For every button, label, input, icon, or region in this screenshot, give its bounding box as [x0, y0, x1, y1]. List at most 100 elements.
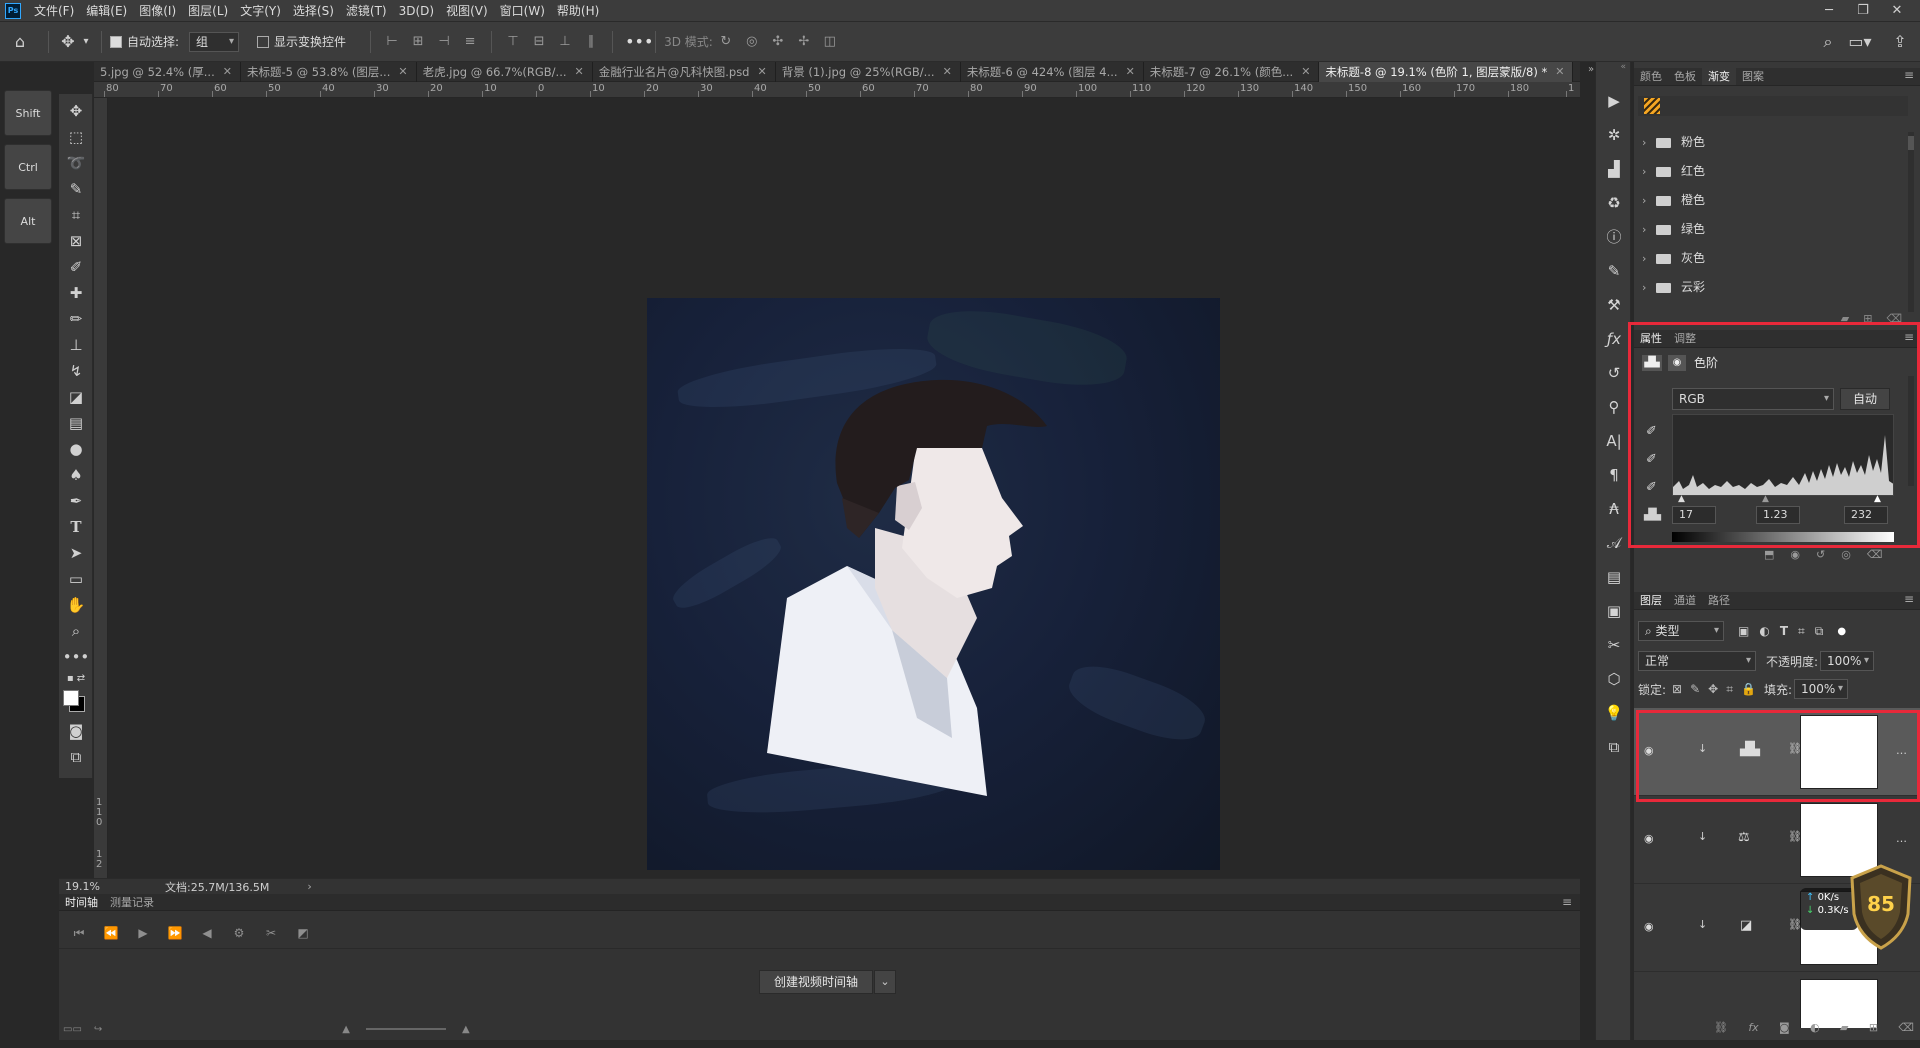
pen-tool-icon[interactable]: ✒ [59, 488, 93, 514]
menu-3d[interactable]: 3D(D) [393, 0, 440, 22]
play-icon[interactable]: ▶ [127, 926, 159, 940]
fx-icon[interactable]: ƒx [1596, 322, 1632, 356]
info-icon[interactable]: ⓘ [1596, 220, 1632, 254]
new-gradient-icon[interactable]: ⊞ [1863, 312, 1872, 325]
tab-swatches[interactable]: 色板 [1668, 68, 1702, 85]
gradient-preset-icon[interactable] [1644, 98, 1660, 114]
shift-key-button[interactable]: Shift [4, 90, 52, 136]
folder-pink[interactable]: › 粉色 [1634, 128, 1914, 157]
brushes-icon[interactable]: ✎ [1596, 254, 1632, 288]
quick-mask-icon[interactable]: ◙ [59, 718, 93, 744]
path-select-tool-icon[interactable]: ➤ [59, 540, 93, 566]
portrait-cutout[interactable] [647, 298, 1220, 870]
lock-pixels-icon[interactable]: ✎ [1690, 682, 1700, 696]
levels-icon[interactable]: ▟▙ [1642, 354, 1662, 371]
timeline-frames-icon[interactable]: ▭▭ [63, 1024, 82, 1035]
color-swatches[interactable] [59, 688, 93, 718]
zoom-level[interactable]: 19.1% [65, 880, 135, 893]
link-layers-icon[interactable]: ⛓ [1714, 1021, 1728, 1034]
scrollbar[interactable] [1908, 376, 1914, 486]
transition-icon[interactable]: ◩ [287, 926, 319, 940]
3d-drag-icon[interactable]: ✣ [769, 33, 787, 51]
lock-position-icon[interactable]: ✥ [1708, 682, 1718, 696]
fill-field[interactable]: 100% [1794, 679, 1848, 699]
quick-select-tool-icon[interactable]: ✎ [59, 176, 93, 202]
3d-orbit-icon[interactable]: ↻ [717, 33, 735, 51]
swap-colors-icon[interactable]: ▪ ⇄ [59, 670, 93, 688]
more-icon[interactable]: ••• [625, 32, 653, 51]
notes-icon[interactable]: 𝒜 [1596, 526, 1632, 560]
menu-filter[interactable]: 滤镜(T) [340, 0, 393, 22]
zoom-tool-icon[interactable]: ⌕ [59, 618, 93, 644]
3d-scale-icon[interactable]: ◫ [821, 33, 839, 51]
menu-type[interactable]: 文字(Y) [234, 0, 287, 22]
split-icon[interactable]: ✂ [255, 926, 287, 940]
clip-to-layer-icon[interactable]: ⬒ [1764, 548, 1774, 561]
tab-layers[interactable]: 图层 [1634, 592, 1668, 609]
gray-point-eyedropper-icon[interactable]: ✐ [1646, 446, 1657, 474]
input-white-field[interactable]: 232 [1844, 506, 1888, 524]
zoom-in-icon[interactable]: ▲ [462, 1024, 470, 1035]
3d-roll-icon[interactable]: ◎ [743, 33, 761, 51]
more-tools-icon[interactable]: ••• [59, 644, 93, 670]
new-group-icon[interactable]: ▰ [1841, 312, 1849, 325]
folder-red[interactable]: › 红色 [1634, 157, 1914, 186]
layer-comps-icon[interactable]: ⧉ [1596, 730, 1632, 764]
tool-presets-icon[interactable]: ⚒ [1596, 288, 1632, 322]
black-point-eyedropper-icon[interactable]: ✐ [1646, 418, 1657, 446]
workspace-icon[interactable]: ▭▾ [1846, 32, 1874, 51]
tab-close-icon[interactable]: ✕ [1126, 62, 1135, 82]
3d-slide-icon[interactable]: ✢ [795, 33, 813, 51]
auto-button[interactable]: 自动 [1840, 388, 1890, 410]
tab-doc-3[interactable]: 老虎.jpg @ 66.7%(RGB/... ✕ [417, 61, 593, 82]
lasso-tool-icon[interactable]: ➰ [59, 150, 93, 176]
screen-mode-icon[interactable]: ⧉ [59, 744, 93, 770]
panel-menu-icon[interactable]: ≡ [1904, 330, 1914, 344]
new-group-icon[interactable]: ▰ [1840, 1021, 1848, 1034]
properties-icon[interactable]: ⚲ [1596, 390, 1632, 424]
crop-tool-icon[interactable]: ⌗ [59, 202, 93, 228]
opacity-field[interactable]: 100% [1820, 651, 1875, 671]
new-adjustment-icon[interactable]: ◐ [1810, 1021, 1820, 1034]
menu-view[interactable]: 视图(V) [440, 0, 494, 22]
chevron-down-icon[interactable]: ▾ [79, 36, 93, 47]
ctrl-key-button[interactable]: Ctrl [4, 144, 52, 190]
tab-close-icon[interactable]: ✕ [575, 62, 584, 82]
clone-source-icon[interactable]: ♻ [1596, 186, 1632, 220]
gradient-tool-icon[interactable]: ▤ [59, 410, 93, 436]
view-previous-icon[interactable]: ◉ [1790, 548, 1800, 561]
tab-channels[interactable]: 通道 [1668, 592, 1702, 609]
eye-icon[interactable]: ◉ [1644, 832, 1658, 846]
menu-layer[interactable]: 图层(L) [182, 0, 234, 22]
paragraph-icon[interactable]: ¶ [1596, 458, 1632, 492]
layer-row-levels-selected[interactable]: ◉ ↓ ▟▙ ⛓ … [1634, 708, 1920, 796]
learn-icon[interactable]: 💡 [1596, 696, 1632, 730]
tab-measurement-log[interactable]: 测量记录 [104, 894, 160, 911]
mask-icon[interactable]: ◉ [1668, 354, 1686, 371]
add-mask-icon[interactable]: ◙ [1779, 1021, 1790, 1034]
tab-close-icon[interactable]: ✕ [1301, 62, 1310, 82]
tab-patterns[interactable]: 图案 [1736, 68, 1770, 85]
history-icon[interactable]: ↺ [1596, 356, 1632, 390]
move-tool-icon[interactable]: ✥ [57, 32, 79, 51]
folder-green[interactable]: › 绿色 [1634, 215, 1914, 244]
home-icon[interactable]: ⌂ [0, 32, 40, 51]
folder-orange[interactable]: › 橙色 [1634, 186, 1914, 215]
move-tool-icon[interactable]: ✥ [59, 98, 93, 124]
dodge-tool-icon[interactable]: ♠ [59, 462, 93, 488]
input-gamma-field[interactable]: 1.23 [1756, 506, 1800, 524]
align-bottom-icon[interactable]: ⊥ [556, 33, 574, 51]
character-icon[interactable]: A| [1596, 424, 1632, 458]
tabs-overflow-icon[interactable]: » [1588, 64, 1594, 75]
minimize-icon[interactable]: ─ [1812, 0, 1846, 22]
create-video-timeline-button[interactable]: 创建视频时间轴 [759, 970, 873, 994]
align-vcenter-icon[interactable]: ⊟ [530, 33, 548, 51]
zoom-out-icon[interactable]: ▲ [342, 1024, 350, 1035]
convert-icon[interactable]: ↪ [94, 1024, 102, 1035]
layer-mask-thumbnail[interactable] [1800, 715, 1878, 789]
healing-brush-tool-icon[interactable]: ✚ [59, 280, 93, 306]
tab-close-icon[interactable]: ✕ [943, 62, 952, 82]
tab-doc-4[interactable]: 金融行业名片@凡科快图.psd ✕ [593, 61, 776, 82]
chevron-right-icon[interactable]: › [1642, 128, 1656, 157]
trash-icon[interactable]: ⌫ [1898, 1021, 1914, 1034]
